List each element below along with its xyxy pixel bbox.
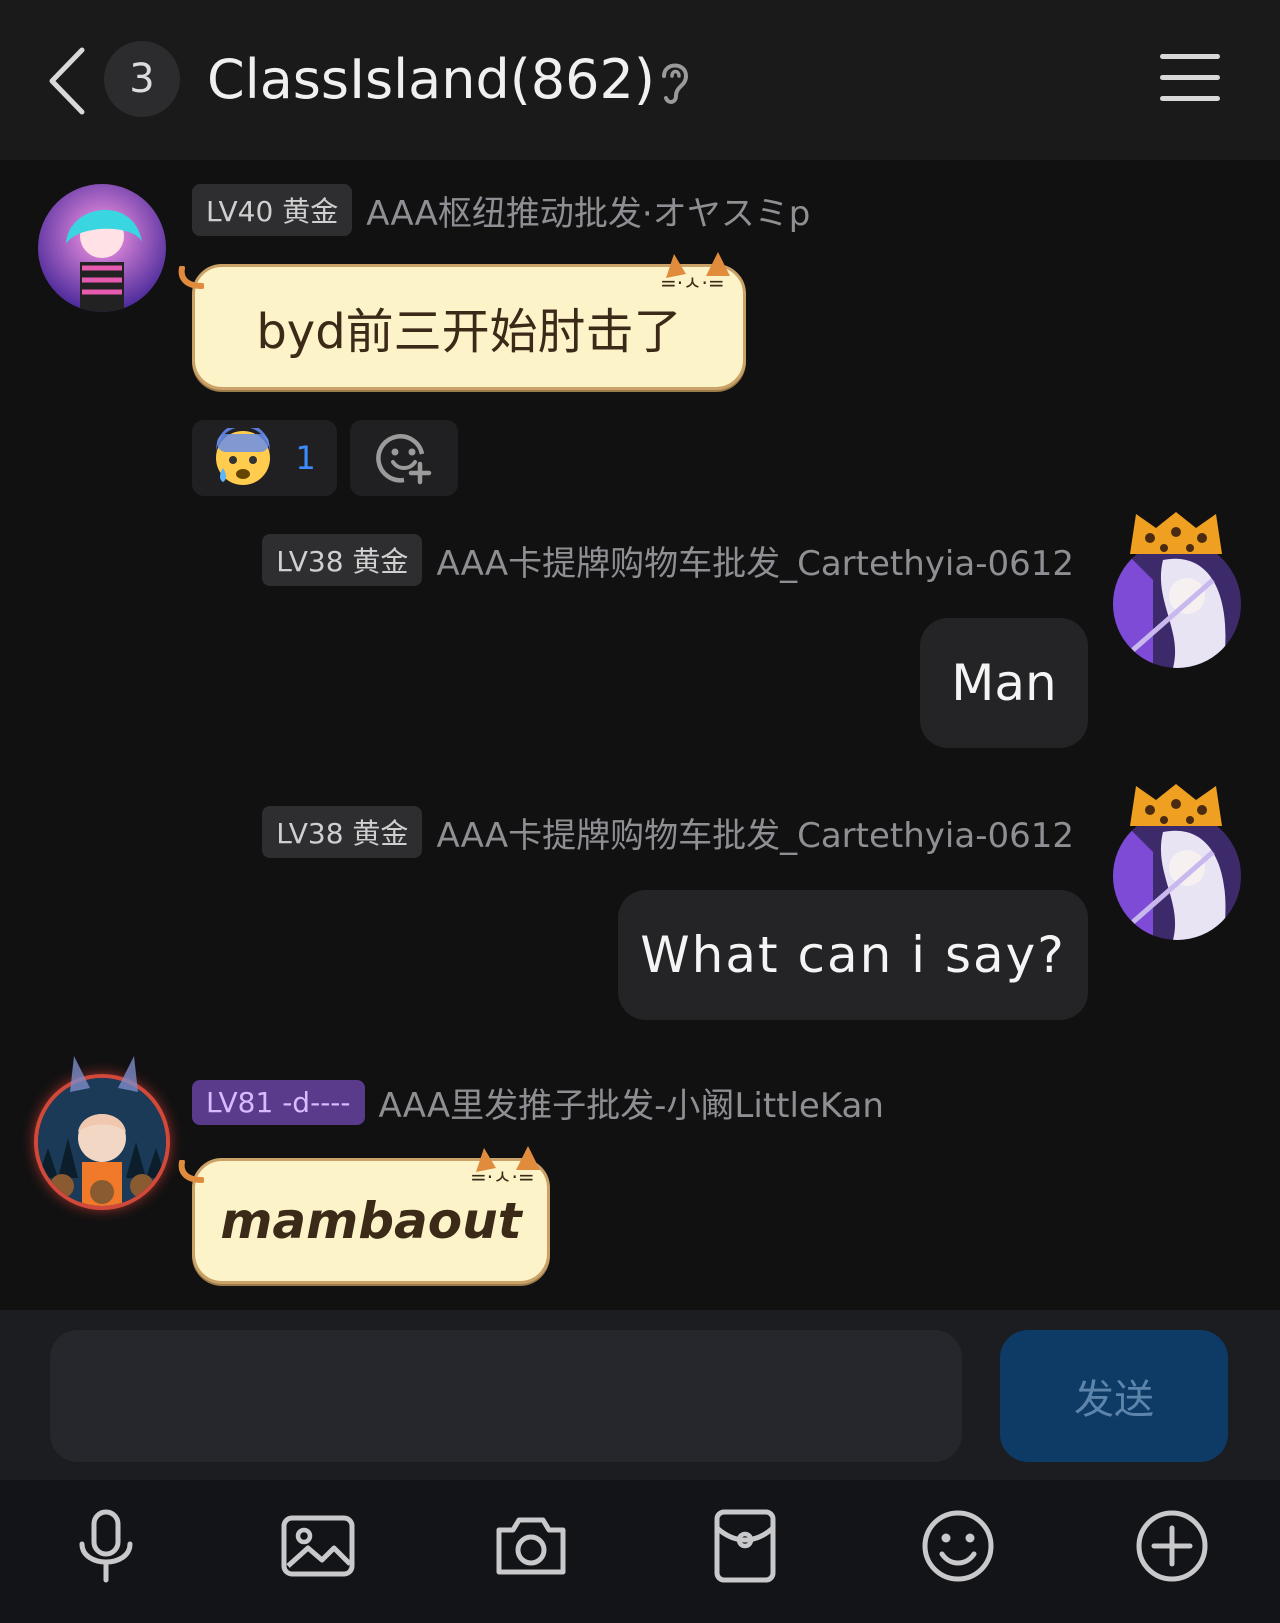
bottom-toolbar [0, 1480, 1280, 1623]
red-packet-icon[interactable] [705, 1506, 785, 1586]
avatar[interactable] [1113, 540, 1241, 668]
sender-meta: LV38 黄金 AAA卡提牌购物车批发_Cartethyia-0612 [262, 806, 1074, 858]
avatar[interactable] [38, 184, 166, 312]
sender-name[interactable]: AAA卡提牌购物车批发_Cartethyia-0612 [436, 536, 1074, 585]
message-input[interactable] [50, 1330, 962, 1462]
group-title[interactable]: ClassIsland(862) [207, 48, 655, 111]
message-text: What can i say? [640, 926, 1066, 984]
sender-meta: LV40 黄金 AAA枢纽推动批发·オヤスミp [192, 184, 810, 236]
send-button[interactable]: 发送 [1000, 1330, 1228, 1462]
leopard-hat-icon [1130, 784, 1222, 826]
svg-text:=·ㅅ·=: =·ㅅ·= [470, 1165, 535, 1186]
sender-meta: LV81 -d---- AAA里发推子批发-小阚LittleKan [192, 1078, 884, 1127]
avatar[interactable] [38, 1078, 166, 1206]
ear-decoration-icon [70, 1056, 138, 1092]
menu-icon[interactable] [1160, 54, 1220, 104]
message-bubble[interactable]: What can i say? [618, 890, 1088, 1020]
level-badge: LV38 黄金 [262, 806, 423, 858]
tail-decoration-icon [178, 1160, 204, 1183]
tail-decoration-icon [178, 266, 204, 289]
leopard-hat-icon [1130, 512, 1222, 554]
reaction-count: 1 [295, 439, 316, 477]
message-text: mambaout [220, 1192, 522, 1250]
unread-count-badge[interactable]: 3 [104, 41, 180, 117]
level-badge: LV38 黄金 [262, 534, 423, 586]
add-emoji-icon [376, 434, 432, 485]
message-text: Man [951, 654, 1057, 712]
message-text: byd前三开始肘击了 [256, 304, 682, 360]
image-icon[interactable] [278, 1506, 358, 1586]
level-badge: LV40 黄金 [192, 184, 353, 236]
reaction-chip[interactable]: 1 [192, 420, 337, 496]
anxious-face-icon [216, 428, 271, 485]
chat-header: 3 ClassIsland(862) [0, 0, 1280, 160]
back-chevron-icon[interactable] [44, 46, 90, 116]
sender-name[interactable]: AAA卡提牌购物车批发_Cartethyia-0612 [436, 808, 1074, 857]
microphone-icon[interactable] [66, 1506, 146, 1586]
sender-name[interactable]: AAA里发推子批发-小阚LittleKan [379, 1078, 884, 1127]
level-badge: LV81 -d---- [192, 1080, 365, 1125]
avatar[interactable] [1113, 812, 1241, 940]
message-bubble[interactable]: Man [920, 618, 1088, 748]
message-list[interactable]: LV40 黄金 AAA枢纽推动批发·オヤスミp byd前三开始肘击了 =·ㅅ·=… [0, 160, 1280, 1310]
ear-icon[interactable] [654, 56, 694, 106]
cat-decoration-icon: =·ㅅ·= [470, 1146, 540, 1186]
emoji-icon[interactable] [918, 1506, 998, 1586]
sender-name[interactable]: AAA枢纽推动批发·オヤスミp [366, 186, 810, 235]
svg-text:=·ㅅ·=: =·ㅅ·= [660, 271, 725, 292]
composer: 发送 [0, 1310, 1280, 1480]
cat-decoration-icon: =·ㅅ·= [660, 252, 730, 292]
add-reaction-button[interactable] [350, 420, 458, 496]
plus-icon[interactable] [1132, 1506, 1212, 1586]
sender-meta: LV38 黄金 AAA卡提牌购物车批发_Cartethyia-0612 [262, 534, 1074, 586]
camera-icon[interactable] [491, 1506, 571, 1586]
